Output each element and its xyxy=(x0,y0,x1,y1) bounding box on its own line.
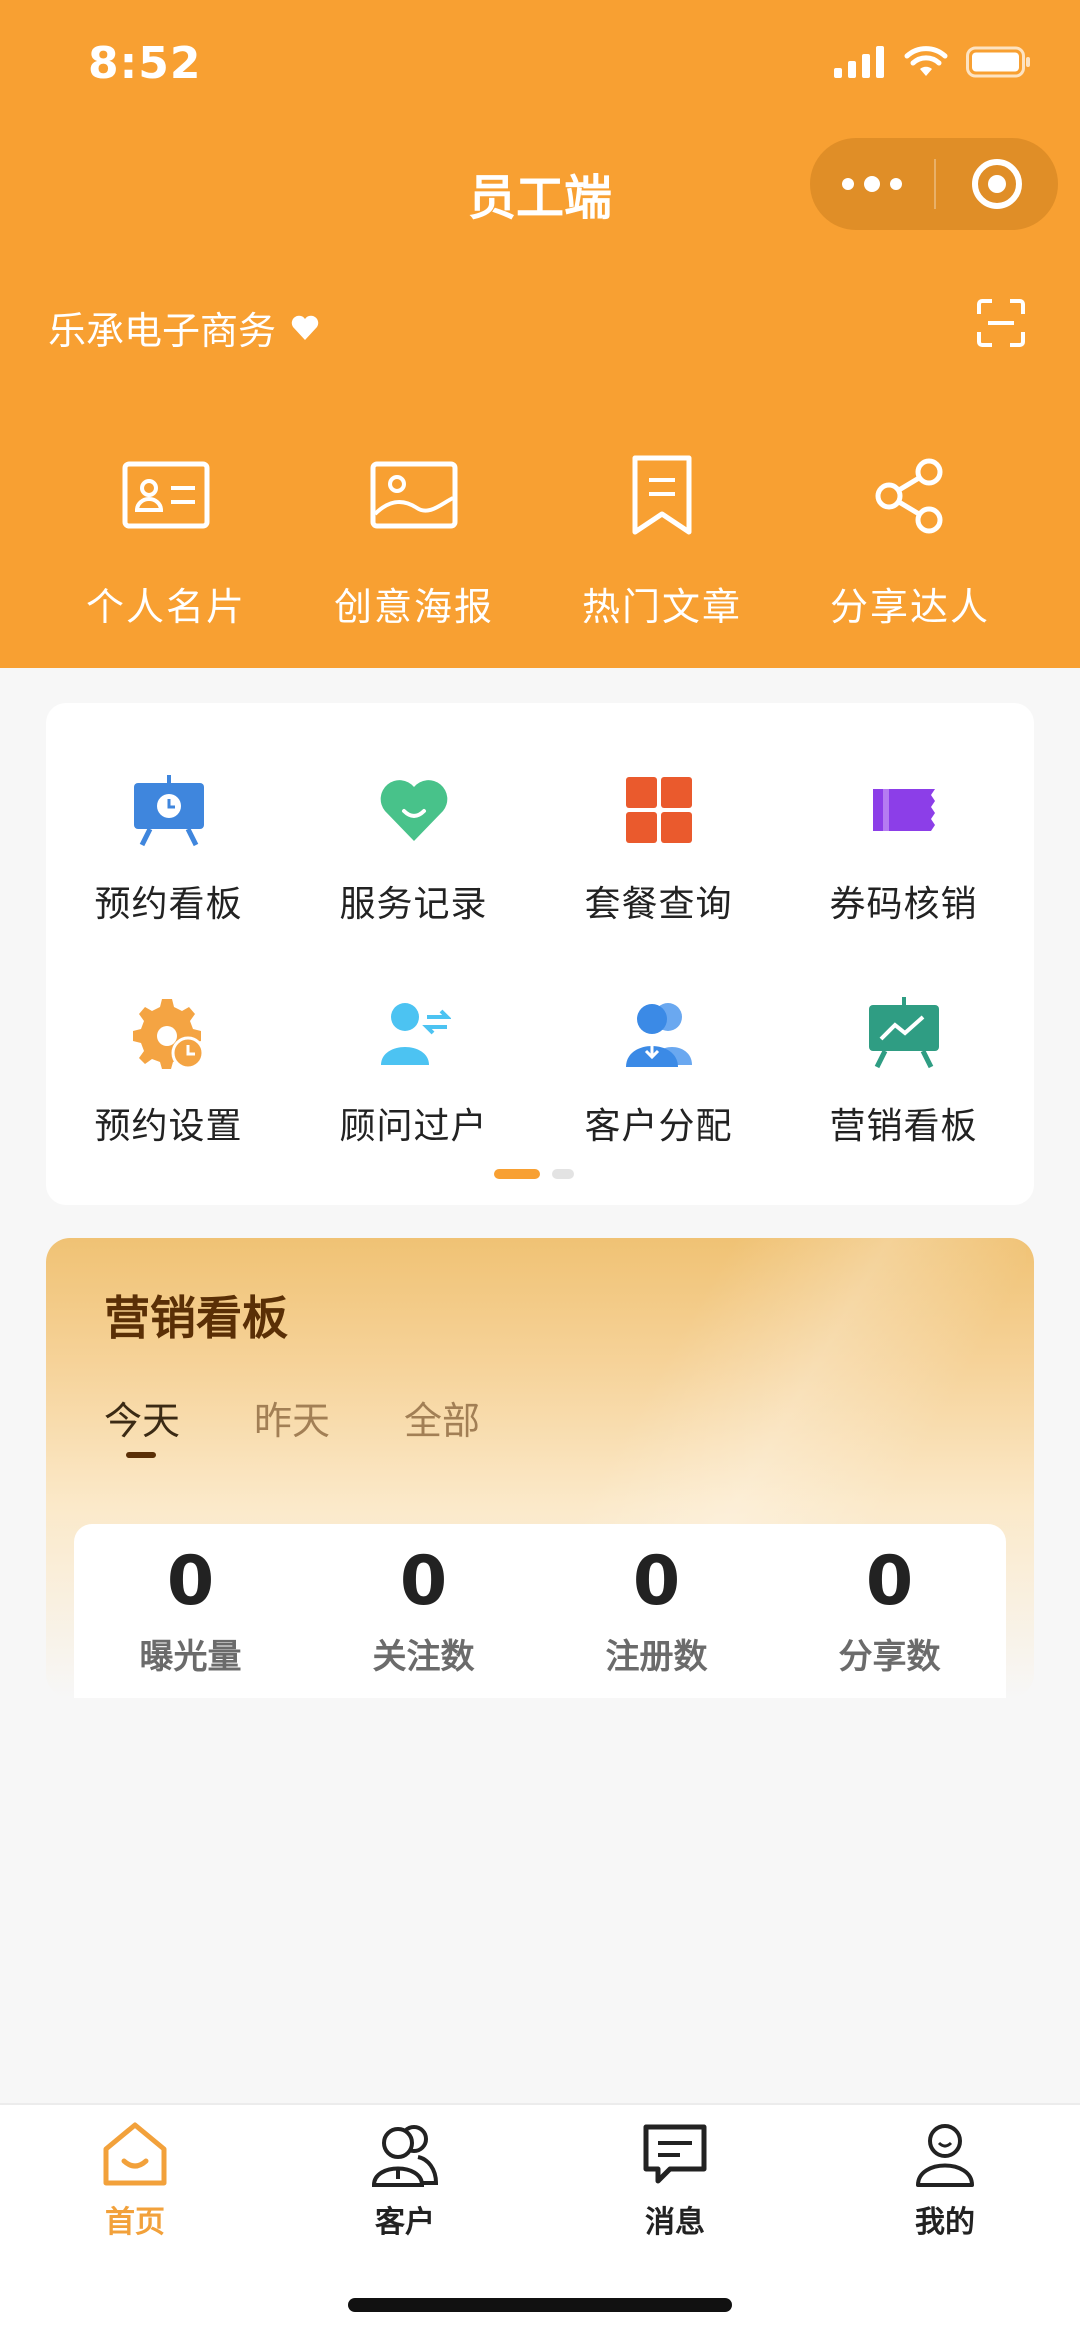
board-tabs: 今天 昨天 全部 xyxy=(104,1390,480,1458)
board-title: 营销看板 xyxy=(104,1291,288,1345)
tab-yesterday[interactable]: 昨天 xyxy=(254,1390,330,1445)
grid-four-icon xyxy=(625,777,692,843)
grid-item-package-query[interactable]: 套餐查询 xyxy=(536,773,781,927)
grid-item-label: 预约设置 xyxy=(94,1106,243,1147)
tab-indicator xyxy=(126,1452,156,1458)
heart-icon xyxy=(380,780,447,841)
grid-item-marketing-board[interactable]: 营销看板 xyxy=(781,995,1026,1149)
quick-actions: 个人名片 创意海报 热门文章 分享达人 xyxy=(0,450,1080,631)
poster-image-icon xyxy=(370,461,458,529)
business-card-icon xyxy=(122,461,210,529)
gear-clock-icon xyxy=(132,999,204,1069)
more-dot-icon xyxy=(890,178,902,190)
grid-item-label: 营销看板 xyxy=(829,1106,978,1147)
more-dot-icon xyxy=(842,178,854,190)
wifi-icon xyxy=(904,46,948,76)
signal-icon xyxy=(834,46,884,78)
quick-action-label: 创意海报 xyxy=(333,585,494,629)
home-indicator xyxy=(348,2298,732,2312)
page-indicator xyxy=(494,1169,574,1179)
function-grid: 预约看板 服务记录 套餐查询 券码核销 预约设置 顾问过户 客户分配 营销看板 xyxy=(46,703,1034,1205)
appointment-board-icon xyxy=(133,775,204,847)
quick-action-business-card[interactable]: 个人名片 xyxy=(42,450,290,631)
dropdown-heart-icon xyxy=(291,315,319,340)
tab-today[interactable]: 今天 xyxy=(104,1390,180,1458)
status-time: 8:52 xyxy=(88,38,202,89)
quick-action-poster[interactable]: 创意海报 xyxy=(290,450,538,631)
grid-item-coupon-verify[interactable]: 券码核销 xyxy=(781,773,1026,927)
quick-action-label: 个人名片 xyxy=(85,585,246,629)
stat-registrations: 0 注册数 xyxy=(540,1524,773,1698)
scan-icon[interactable] xyxy=(976,298,1026,348)
quick-action-label: 热门文章 xyxy=(581,585,742,629)
grid-item-appointment-board[interactable]: 预约看板 xyxy=(46,773,291,927)
message-icon xyxy=(643,2124,707,2184)
grid-item-label: 客户分配 xyxy=(584,1106,733,1147)
company-name: 乐承电子商务 xyxy=(48,309,277,353)
tab-label: 消息 xyxy=(645,2205,705,2240)
bookmark-article-icon xyxy=(632,455,692,535)
stat-exposure: 0 曝光量 xyxy=(74,1524,307,1698)
home-icon xyxy=(103,2122,167,2186)
quick-action-label: 分享达人 xyxy=(829,585,990,629)
grid-item-label: 券码核销 xyxy=(829,884,978,925)
quick-action-share[interactable]: 分享达人 xyxy=(786,450,1034,631)
stat-value: 0 xyxy=(166,1542,215,1621)
miniprogram-capsule xyxy=(810,138,1058,230)
page-dot[interactable] xyxy=(552,1169,574,1179)
user-transfer-icon xyxy=(380,1003,451,1065)
battery-icon xyxy=(966,46,1030,78)
ticket-icon xyxy=(872,789,935,831)
stat-value: 0 xyxy=(632,1542,681,1621)
more-dot-icon xyxy=(864,176,880,192)
more-button[interactable] xyxy=(810,138,934,230)
target-icon xyxy=(972,159,1022,209)
grid-item-customer-allocation[interactable]: 客户分配 xyxy=(536,995,781,1149)
tab-label: 客户 xyxy=(375,2205,435,2240)
profile-icon xyxy=(916,2124,974,2187)
chart-board-icon xyxy=(868,997,939,1069)
grid-item-label: 服务记录 xyxy=(339,884,488,925)
header: 8:52 员工端 乐承电子商务 个人名片 创意海报 热门文章 分享达人 xyxy=(0,0,1080,668)
tab-customers[interactable]: 客户 xyxy=(270,2105,540,2241)
page-dot-active xyxy=(494,1169,540,1179)
stat-label: 曝光量 xyxy=(139,1637,242,1677)
stat-label: 注册数 xyxy=(605,1637,708,1677)
grid-item-label: 套餐查询 xyxy=(584,884,733,925)
stat-value: 0 xyxy=(399,1542,448,1621)
grid-item-label: 顾问过户 xyxy=(339,1106,488,1147)
tab-all[interactable]: 全部 xyxy=(404,1390,480,1445)
stats-panel: 0 曝光量 0 关注数 0 注册数 0 分享数 xyxy=(74,1524,1006,1698)
share-icon xyxy=(875,458,943,534)
tab-messages[interactable]: 消息 xyxy=(540,2105,810,2241)
quick-action-articles[interactable]: 热门文章 xyxy=(538,450,786,631)
grid-item-appointment-settings[interactable]: 预约设置 xyxy=(46,995,291,1149)
company-selector[interactable]: 乐承电子商务 xyxy=(48,300,320,355)
users-download-icon xyxy=(625,1003,692,1067)
marketing-board: 营销看板 今天 昨天 全部 0 曝光量 0 关注数 0 注册数 0 分享数 xyxy=(46,1238,1034,1698)
stat-shares: 0 分享数 xyxy=(773,1524,1006,1698)
tab-label: 首页 xyxy=(105,2205,165,2240)
grid-item-service-record[interactable]: 服务记录 xyxy=(291,773,536,927)
tab-home[interactable]: 首页 xyxy=(0,2105,270,2241)
stat-label: 关注数 xyxy=(372,1637,475,1677)
grid-item-label: 预约看板 xyxy=(94,884,243,925)
grid-row: 预约看板 服务记录 套餐查询 券码核销 xyxy=(46,773,1034,927)
status-icons xyxy=(834,46,1032,78)
close-miniprogram-button[interactable] xyxy=(936,138,1058,230)
customers-icon xyxy=(371,2125,439,2187)
stat-value: 0 xyxy=(865,1542,914,1621)
tab-label: 我的 xyxy=(915,2205,975,2240)
board-background-decoration xyxy=(426,1238,1026,1538)
grid-item-advisor-transfer[interactable]: 顾问过户 xyxy=(291,995,536,1149)
stat-follows: 0 关注数 xyxy=(307,1524,540,1698)
stat-label: 分享数 xyxy=(838,1637,941,1677)
grid-row: 预约设置 顾问过户 客户分配 营销看板 xyxy=(46,995,1034,1149)
tab-profile[interactable]: 我的 xyxy=(810,2105,1080,2241)
